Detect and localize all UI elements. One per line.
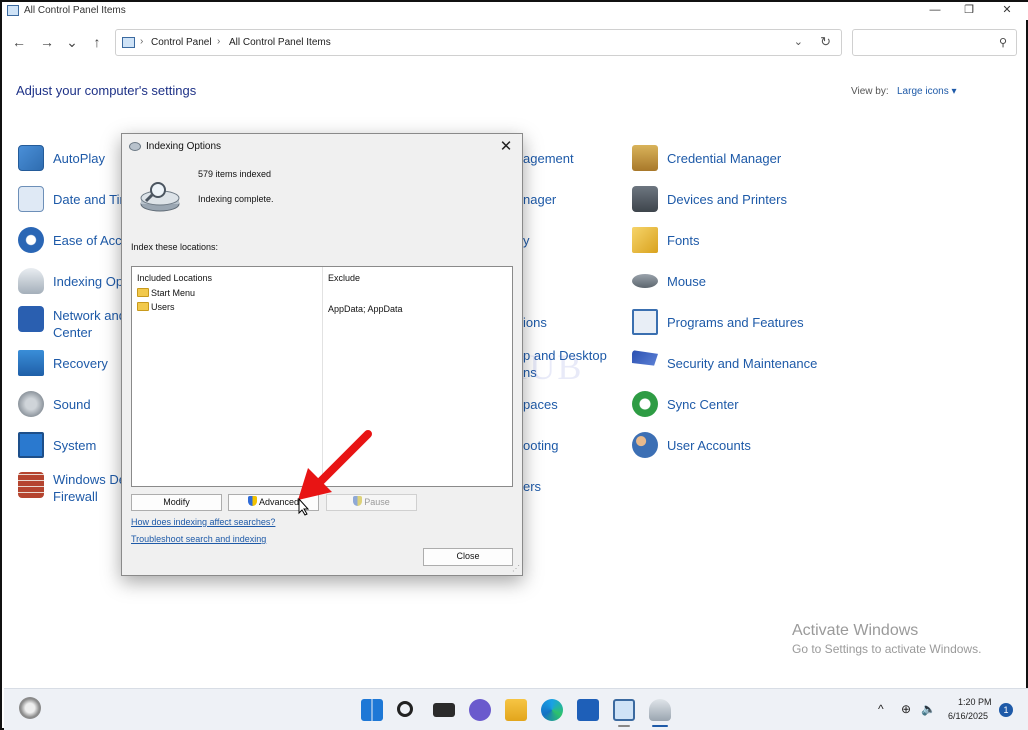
forward-button[interactable]: → [38, 33, 56, 51]
activate-windows-title: Activate Windows [792, 622, 919, 639]
breadcrumb-control-panel[interactable]: Control Panel [151, 37, 212, 48]
edge-browser-icon[interactable] [541, 699, 563, 721]
devices-printers-icon [632, 186, 658, 212]
tray-chevron-icon[interactable]: ^ [878, 702, 884, 716]
clock-time[interactable]: 1:20 PM [958, 697, 992, 707]
active-indicator [652, 725, 668, 727]
indexing-status: Indexing complete. [198, 194, 274, 204]
running-indicator [618, 725, 630, 727]
activate-windows-subtitle: Go to Settings to activate Windows. [792, 642, 982, 656]
dialog-close-button[interactable]: ✕ [496, 137, 516, 157]
refresh-icon[interactable]: ↻ [820, 34, 831, 50]
control-panel-taskbar-icon[interactable] [613, 699, 635, 721]
dialog-close-footer-button[interactable]: Close [423, 548, 513, 566]
close-button[interactable]: ✕ [988, 2, 1026, 20]
user-accounts-icon [632, 432, 658, 458]
list-item[interactable]: Users [137, 302, 175, 312]
programs-features-icon [632, 309, 658, 335]
ease-of-access-icon [18, 227, 44, 253]
list-item[interactable]: Start Menu [137, 288, 195, 298]
indexing-help-link[interactable]: How does indexing affect searches? [131, 517, 275, 527]
chevron-down-icon[interactable]: ⌄ [794, 35, 803, 48]
taskbar: ^ ⊕ 🔈 1:20 PM 6/16/2025 1 [4, 688, 1028, 730]
start-button-icon[interactable] [361, 699, 383, 721]
page-heading: Adjust your computer's settings [16, 83, 197, 98]
indexing-options-icon [18, 268, 44, 294]
task-view-icon[interactable] [433, 703, 455, 717]
mouse-cursor-icon [298, 498, 310, 516]
breadcrumb-all-items[interactable]: All Control Panel Items [229, 37, 331, 48]
minimize-button[interactable]: — [916, 2, 954, 20]
security-flag-icon [632, 350, 658, 366]
uac-shield-icon [247, 496, 257, 506]
speaker-icon[interactable]: 🔈 [921, 702, 936, 716]
search-icon[interactable] [397, 701, 413, 717]
file-explorer-icon[interactable] [505, 699, 527, 721]
maximize-button[interactable]: ❐ [950, 2, 988, 20]
widgets-icon[interactable] [19, 697, 41, 719]
sound-icon [18, 391, 44, 417]
folder-icon [137, 302, 149, 311]
folder-icon [137, 288, 149, 297]
up-button[interactable]: ↑ [88, 33, 106, 51]
index-locations-label: Index these locations: [131, 242, 219, 252]
notification-badge[interactable]: 1 [999, 703, 1013, 717]
view-by-label: View by: [851, 86, 889, 97]
recovery-icon [18, 350, 44, 376]
window-title: All Control Panel Items [24, 5, 126, 16]
view-by-dropdown[interactable]: Large icons ▾ [897, 86, 957, 97]
included-locations-header[interactable]: Included Locations [137, 273, 212, 283]
firewall-icon [18, 472, 44, 498]
troubleshoot-link[interactable]: Troubleshoot search and indexing [131, 534, 266, 544]
exclude-header[interactable]: Exclude [328, 273, 360, 283]
fonts-icon [632, 227, 658, 253]
indexing-options-icon [129, 142, 141, 151]
items-indexed-count: 579 items indexed [198, 169, 272, 179]
indexing-drive-icon [140, 182, 180, 212]
breadcrumb-separator: › [140, 36, 144, 47]
indexing-options-taskbar-icon[interactable] [649, 699, 671, 721]
search-input[interactable]: ⚲ [852, 29, 1017, 56]
sync-center-icon [632, 391, 658, 417]
store-icon[interactable] [577, 699, 599, 721]
dialog-title: Indexing Options [146, 141, 222, 152]
date-time-icon [18, 186, 44, 212]
exclude-value: AppData; AppData [328, 304, 403, 314]
language-globe-icon[interactable]: ⊕ [901, 702, 911, 716]
control-panel-icon [7, 5, 19, 16]
clock-date[interactable]: 6/16/2025 [948, 711, 988, 721]
address-bar[interactable]: › Control Panel › All Control Panel Item… [115, 29, 842, 56]
teams-chat-icon[interactable] [469, 699, 491, 721]
mouse-icon [632, 274, 658, 288]
search-icon[interactable]: ⚲ [999, 36, 1007, 49]
back-button[interactable]: ← [10, 33, 28, 51]
title-bar: All Control Panel Items — ❐ ✕ [4, 2, 1028, 20]
credential-manager-icon [632, 145, 658, 171]
modify-button[interactable]: Modify [131, 494, 222, 511]
control-panel-icon [122, 37, 135, 48]
explorer-window: All Control Panel Items — ❐ ✕ ← → ⌄ ↑ › … [0, 0, 1028, 730]
resize-grip-icon[interactable]: ⋰ [512, 564, 520, 573]
breadcrumb-separator: › [217, 36, 221, 47]
system-icon [18, 432, 44, 458]
network-icon [18, 306, 44, 332]
recent-locations-button[interactable]: ⌄ [63, 33, 81, 51]
autoplay-icon [18, 145, 44, 171]
